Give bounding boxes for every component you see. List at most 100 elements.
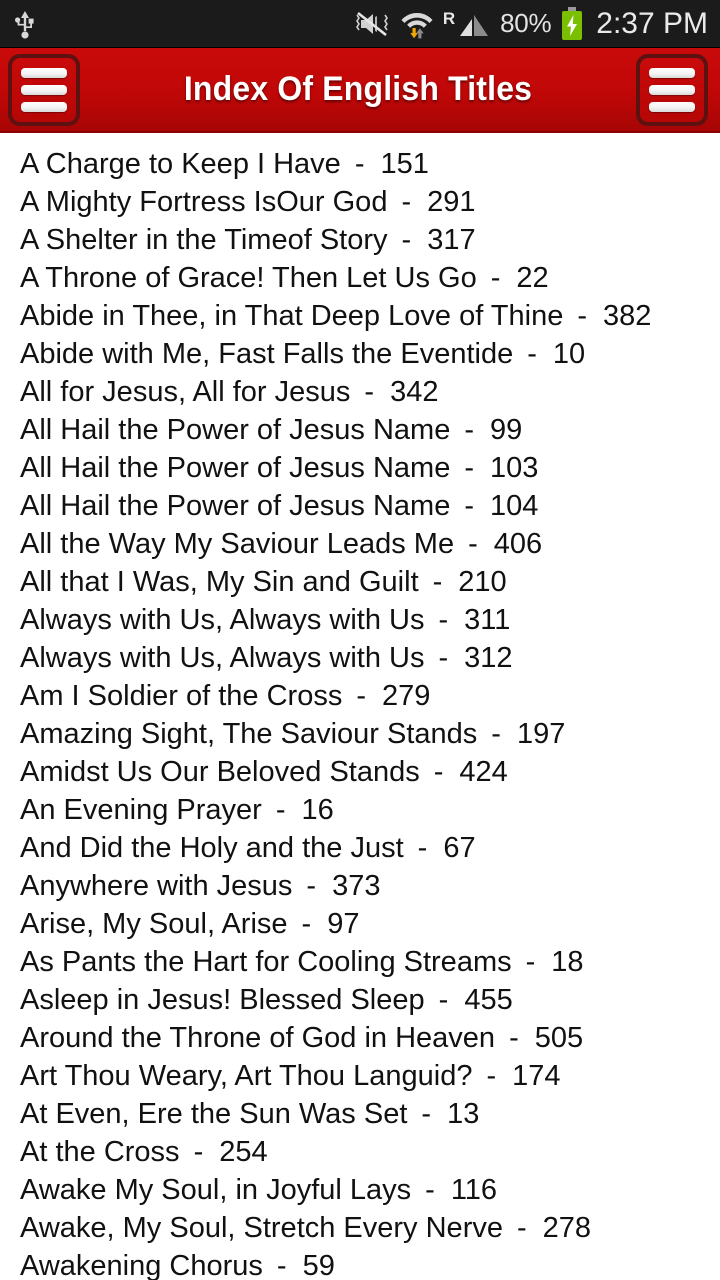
list-item-number: 16	[301, 794, 334, 826]
list-item[interactable]: All Hail the Power of Jesus Name -104	[0, 487, 720, 525]
list-item-number: 22	[516, 262, 549, 294]
list-item-separator: -	[464, 452, 475, 484]
list-item-number: 279	[382, 680, 431, 712]
list-item-separator: -	[491, 718, 501, 750]
list-item-title: At the Cross	[20, 1136, 180, 1168]
list-item-number: 197	[516, 718, 566, 750]
list-item[interactable]: All Hail the Power of Jesus Name -99	[0, 411, 720, 449]
list-item-title: A Charge to Keep I Have	[20, 148, 341, 180]
list-item-separator: -	[301, 908, 312, 940]
menu-button-left[interactable]	[8, 53, 80, 126]
list-item-title: Anywhere with Jesus	[20, 870, 293, 902]
list-item[interactable]: Am I Soldier of the Cross -279	[0, 677, 720, 715]
signal-bars-icon	[460, 14, 489, 36]
list-item-title: Abide in Thee, in That Deep Love of Thin…	[20, 300, 564, 332]
list-item-title: A Shelter in the Timeof Story	[20, 224, 388, 256]
roaming-icon: R	[442, 8, 456, 28]
list-item-separator: -	[438, 604, 449, 636]
menu-button-right[interactable]	[636, 53, 708, 126]
list-item-separator: -	[468, 528, 478, 560]
list-item[interactable]: All for Jesus, All for Jesus -342	[0, 373, 720, 411]
list-item-title: Always with Us, Always with Us	[20, 604, 425, 636]
hamburger-icon-bar	[21, 84, 67, 95]
list-item[interactable]: Anywhere with Jesus -373	[0, 867, 720, 905]
list-item-title: Awake, My Soul, Stretch Every Nerve	[20, 1212, 503, 1244]
sound-mute-vibrate-icon	[355, 11, 388, 36]
list-item[interactable]: All that I Was, My Sin and Guilt -210	[0, 563, 720, 601]
list-item-separator: -	[577, 300, 587, 332]
list-item[interactable]: At the Cross -254	[0, 1133, 720, 1171]
list-item-number: 59	[302, 1250, 335, 1280]
list-item-separator: -	[193, 1136, 204, 1168]
list-item[interactable]: Abide in Thee, in That Deep Love of Thin…	[0, 297, 720, 335]
hamburger-icon-bar	[649, 101, 695, 112]
list-item-title: Always with Us, Always with Us	[20, 642, 425, 674]
list-item[interactable]: Art Thou Weary, Art Thou Languid? -174	[0, 1057, 720, 1095]
list-item[interactable]: At Even, Ere the Sun Was Set -13	[0, 1095, 720, 1133]
list-item-separator: -	[516, 1212, 527, 1244]
battery-percent-label: 80%	[500, 8, 552, 38]
list-item[interactable]: As Pants the Hart for Cooling Streams -18	[0, 943, 720, 981]
list-item-title: Amidst Us Our Beloved Stands	[20, 756, 420, 788]
list-item-number: 67	[443, 832, 476, 864]
list-item[interactable]: Amidst Us Our Beloved Stands -424	[0, 753, 720, 791]
list-item-separator: -	[276, 1250, 287, 1280]
list-item-separator: -	[275, 794, 286, 826]
list-item-title: At Even, Ere the Sun Was Set	[20, 1098, 408, 1130]
list-item-title: Abide with Me, Fast Falls the Eventide	[20, 338, 514, 370]
list-item-separator: -	[425, 1174, 435, 1206]
list-item[interactable]: A Charge to Keep I Have -151	[0, 145, 720, 183]
list-item-title: A Mighty Fortress IsOur God	[20, 186, 388, 218]
list-item[interactable]: Arise, My Soul, Arise -97	[0, 905, 720, 943]
list-item[interactable]: Asleep in Jesus! Blessed Sleep -455	[0, 981, 720, 1019]
list-item[interactable]: And Did the Holy and the Just -67	[0, 829, 720, 867]
list-item-title: A Throne of Grace! Then Let Us Go	[20, 262, 477, 294]
list-item[interactable]: Amazing Sight, The Saviour Stands -197	[0, 715, 720, 753]
list-item[interactable]: A Mighty Fortress IsOur God -291	[0, 183, 720, 221]
list-item-title: Asleep in Jesus! Blessed Sleep	[20, 984, 425, 1016]
list-item[interactable]: An Evening Prayer -16	[0, 791, 720, 829]
list-item-separator: -	[525, 946, 536, 978]
list-item[interactable]: Awakening Chorus -59	[0, 1247, 720, 1280]
list-item-title: Awake My Soul, in Joyful Lays	[20, 1174, 412, 1206]
list-item[interactable]: Abide with Me, Fast Falls the Eventide -1…	[0, 335, 720, 373]
list-item-separator: -	[432, 566, 443, 598]
list-item-number: 455	[464, 984, 513, 1016]
list-item-number: 151	[380, 148, 429, 180]
list-item-title: An Evening Prayer	[20, 794, 262, 826]
list-item-title: Arise, My Soul, Arise	[20, 908, 288, 940]
list-item[interactable]: Around the Throne of God in Heaven -505	[0, 1019, 720, 1057]
list-item-separator: -	[509, 1022, 519, 1054]
list-item[interactable]: A Shelter in the Timeof Story -317	[0, 221, 720, 259]
list-item[interactable]: Always with Us, Always with Us -311	[0, 601, 720, 639]
list-item-number: 312	[464, 642, 513, 674]
list-item-number: 13	[447, 1098, 480, 1130]
wifi-transfer-icon	[401, 12, 433, 38]
list-item-number: 254	[219, 1136, 268, 1168]
status-bar-right-icons: R 80% 2:37 PM	[355, 6, 708, 41]
list-item-separator: -	[354, 148, 365, 180]
clock-label: 2:37 PM	[596, 6, 708, 40]
list-item-separator: -	[401, 224, 412, 256]
list-item[interactable]: Always with Us, Always with Us -312	[0, 639, 720, 677]
title-index-list[interactable]: A Charge to Keep I Have -151 A Mighty Fort…	[0, 133, 720, 1280]
list-item-title: Am I Soldier of the Cross	[20, 680, 343, 712]
list-item-number: 99	[490, 414, 523, 446]
status-bar: R 80% 2:37 PM	[0, 0, 720, 48]
list-item[interactable]: Awake, My Soul, Stretch Every Nerve -278	[0, 1209, 720, 1247]
list-item-separator: -	[421, 1098, 432, 1130]
list-item-number: 382	[603, 300, 652, 332]
status-bar-left-icons	[14, 9, 36, 39]
list-item[interactable]: All Hail the Power of Jesus Name -103	[0, 449, 720, 487]
list-item-separator: -	[356, 680, 367, 712]
list-item[interactable]: All the Way My Saviour Leads Me -406	[0, 525, 720, 563]
app-bar: Index Of English Titles	[0, 48, 720, 133]
hamburger-icon-bar	[21, 67, 67, 78]
list-item-number: 505	[534, 1022, 584, 1054]
list-item-number: 311	[464, 604, 511, 636]
battery-charging-icon	[562, 6, 583, 40]
list-item[interactable]: Awake My Soul, in Joyful Lays -116	[0, 1171, 720, 1209]
list-item[interactable]: A Throne of Grace! Then Let Us Go -22	[0, 259, 720, 297]
list-item-title: All Hail the Power of Jesus Name	[20, 452, 451, 484]
hamburger-icon-bar	[649, 67, 695, 78]
